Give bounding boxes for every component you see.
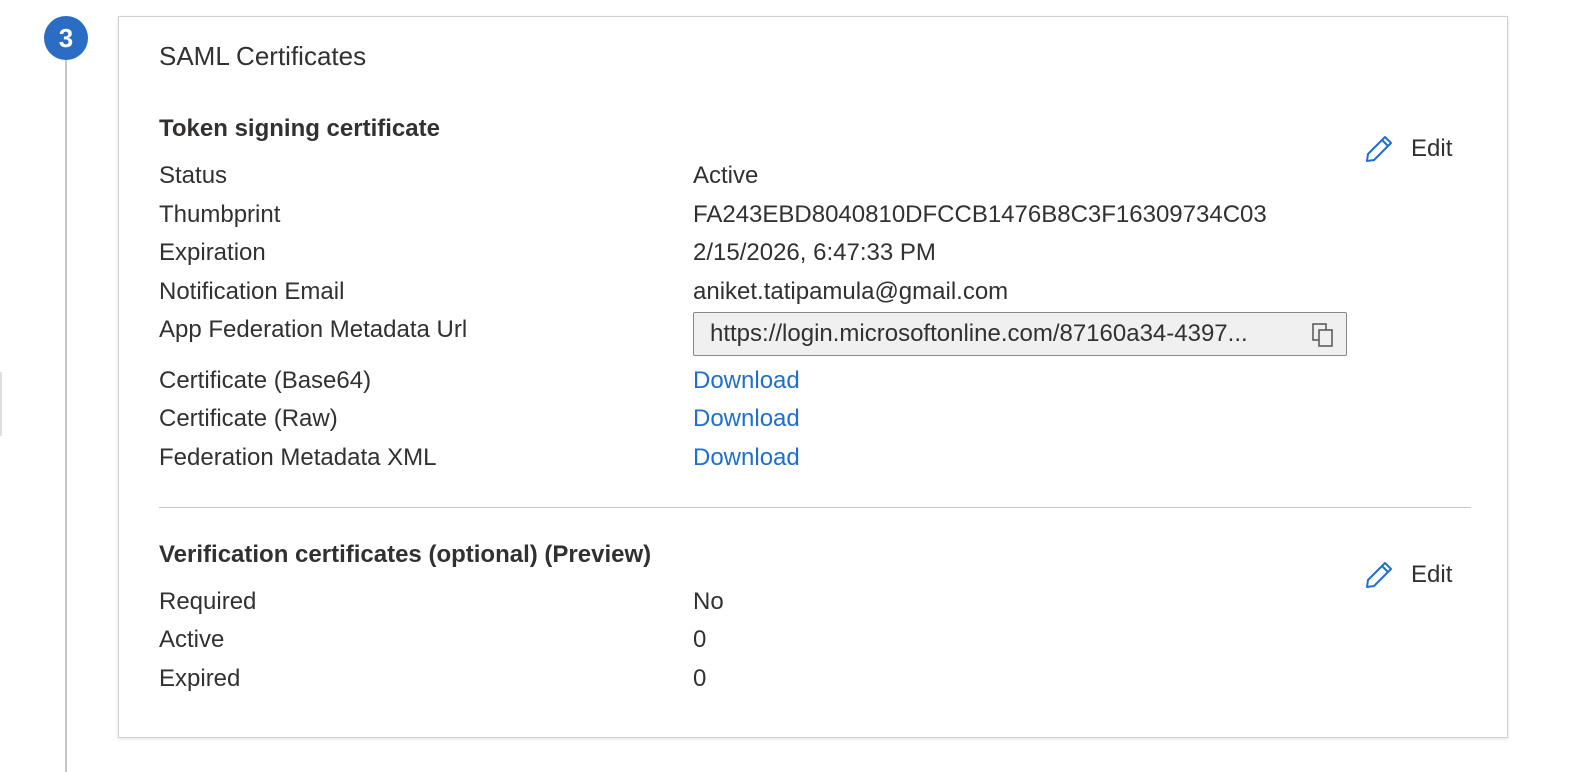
download-metadata-xml-link[interactable]: Download — [693, 439, 800, 477]
row-label: Notification Email — [159, 278, 345, 305]
token-signing-edit-button[interactable]: Edit — [1363, 131, 1452, 167]
cert-row-download-base64: Certificate (Base64) Download — [159, 362, 1359, 400]
row-label: Federation Metadata XML — [159, 444, 437, 471]
verification-row-required: Required No — [159, 583, 1359, 621]
cert-row-thumbprint: Thumbprint FA243EBD8040810DFCCB1476B8C3F… — [159, 196, 1359, 234]
row-label: Required — [159, 588, 257, 615]
row-value: FA243EBD8040810DFCCB1476B8C3F16309734C03 — [693, 201, 1267, 228]
copy-icon[interactable] — [1312, 323, 1334, 347]
step-number-badge: 3 — [44, 16, 88, 60]
row-label: Certificate (Raw) — [159, 405, 338, 432]
verification-heading: Verification certificates (optional) (Pr… — [159, 541, 652, 568]
cert-row-expiration: Expiration 2/15/2026, 6:47:33 PM — [159, 234, 1359, 272]
pencil-icon — [1366, 136, 1392, 162]
metadata-url-field[interactable]: https://login.microsoftonline.com/87160a… — [693, 312, 1347, 356]
row-value: No — [693, 588, 724, 615]
left-edge-indicator — [0, 372, 2, 436]
saml-certificates-card: SAML Certificates Token signing certific… — [118, 16, 1508, 738]
row-label: Active — [159, 626, 225, 653]
step-timeline-line — [65, 60, 67, 772]
download-raw-link[interactable]: Download — [693, 400, 800, 438]
row-value: Active — [693, 162, 759, 189]
row-label: App Federation Metadata Url — [159, 316, 468, 343]
cert-row-download-raw: Certificate (Raw) Download — [159, 400, 1359, 438]
row-label: Thumbprint — [159, 201, 281, 228]
row-value: aniket.tatipamula@gmail.com — [693, 278, 1009, 305]
cert-row-download-metadata-xml: Federation Metadata XML Download — [159, 439, 1359, 477]
cert-row-status: Status Active — [159, 157, 1359, 195]
row-value: 2/15/2026, 6:47:33 PM — [693, 239, 936, 266]
metadata-url-value: https://login.microsoftonline.com/87160a… — [710, 320, 1248, 347]
download-base64-link[interactable]: Download — [693, 362, 800, 400]
section-divider — [159, 507, 1471, 508]
card-title: SAML Certificates — [159, 41, 367, 71]
row-label: Status — [159, 162, 228, 189]
row-value: 0 — [693, 665, 707, 692]
row-label: Certificate (Base64) — [159, 367, 372, 394]
verification-row-expired: Expired 0 — [159, 660, 1359, 698]
edit-label: Edit — [1411, 135, 1453, 162]
verification-edit-button[interactable]: Edit — [1363, 557, 1452, 593]
row-label: Expiration — [159, 239, 266, 266]
row-label: Expired — [159, 665, 241, 692]
row-value: 0 — [693, 626, 707, 653]
cert-row-notification-email: Notification Email aniket.tatipamula@gma… — [159, 273, 1359, 311]
token-signing-heading: Token signing certificate — [159, 115, 440, 142]
pencil-icon — [1366, 562, 1392, 588]
verification-row-active: Active 0 — [159, 621, 1359, 659]
edit-label: Edit — [1411, 561, 1453, 588]
